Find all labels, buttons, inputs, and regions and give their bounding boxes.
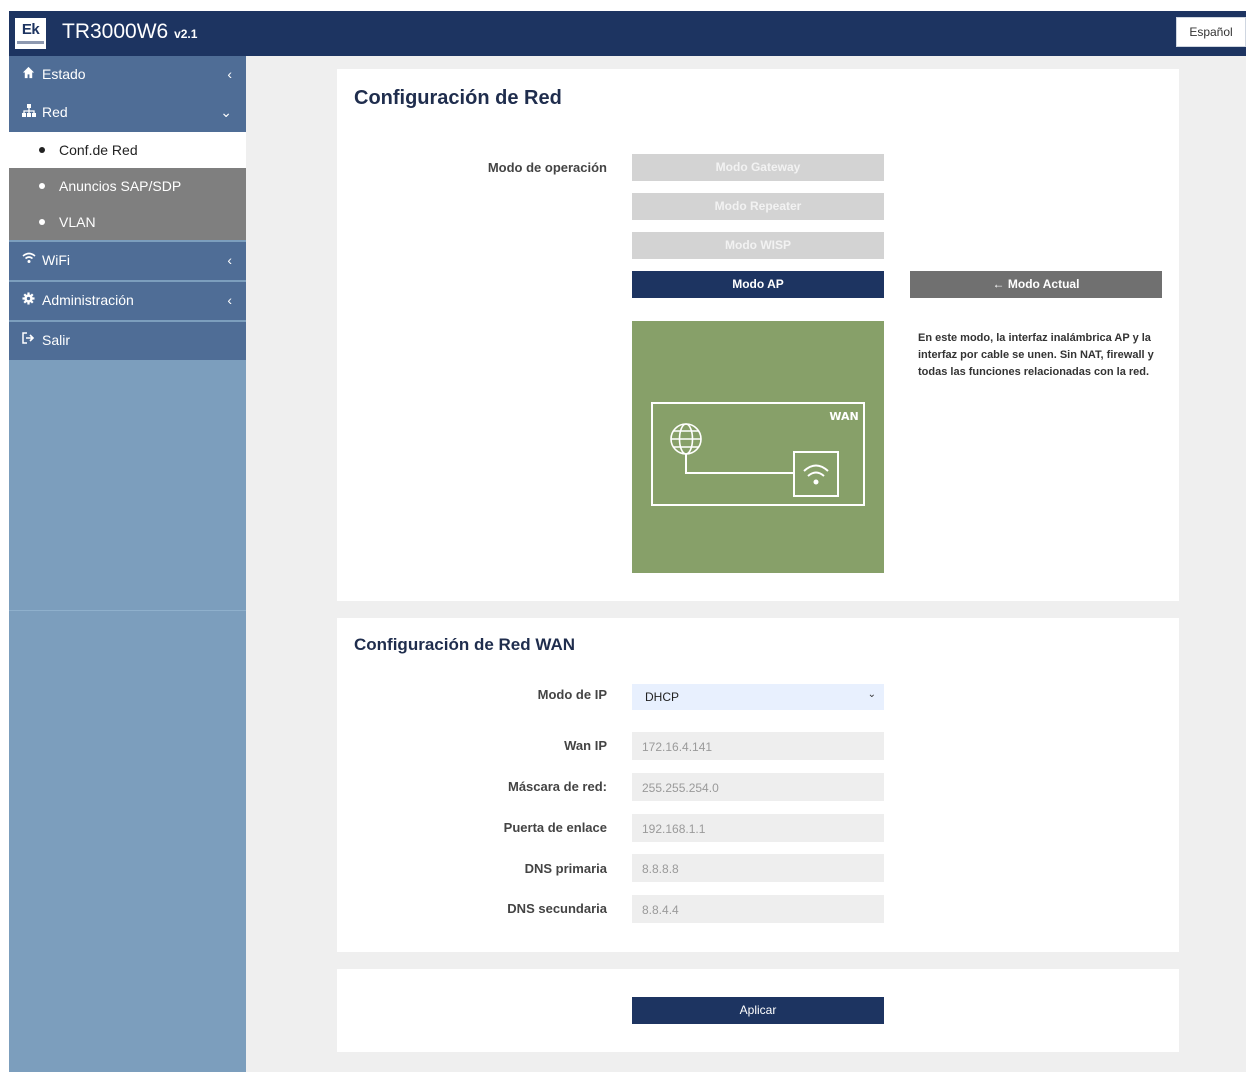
globe-icon [670, 423, 702, 455]
wifi-icon [22, 252, 36, 263]
sidebar-subitem-label: VLAN [59, 214, 96, 230]
primary-dns-field[interactable]: 8.8.8.8 [632, 854, 884, 882]
mode-wisp-button[interactable]: Modo WISP [632, 232, 884, 259]
page-title: Configuración de Red [354, 87, 562, 109]
wifi-icon [803, 464, 829, 485]
sidebar-item-label: Administración [42, 292, 134, 308]
mode-ap-button[interactable]: Modo AP [632, 271, 884, 298]
sidebar-subitem-anuncios[interactable]: Anuncios SAP/SDP [9, 168, 246, 204]
bullet-icon [39, 219, 45, 225]
device-name: TR3000W6 [62, 20, 169, 43]
ip-mode-value: DHCP [645, 690, 680, 704]
chevron-down-icon: ⌄ [220, 104, 232, 120]
bullet-icon [39, 183, 45, 189]
gateway-label: Puerta de enlace [503, 820, 607, 835]
home-icon [22, 66, 35, 79]
brand-logo: Ek [15, 18, 46, 49]
operation-mode-label: Modo de operación [487, 160, 607, 175]
bullet-icon [39, 147, 45, 153]
sidebar-item-estado[interactable]: Estado ‹ [9, 56, 246, 94]
secondary-dns-field[interactable]: 8.8.4.4 [632, 895, 884, 923]
language-selector[interactable]: Español [1176, 17, 1246, 47]
wan-config-card: Configuración de Red WAN Modo de IP DHCP… [337, 618, 1179, 952]
sidebar-item-salir[interactable]: Salir [9, 322, 246, 360]
gateway-field[interactable]: 192.168.1.1 [632, 814, 884, 842]
sidebar-item-administracion[interactable]: Administración ‹ [9, 282, 246, 320]
ap-mode-diagram-svg: WAN [651, 402, 865, 506]
wan-section-title: Configuración de Red WAN [354, 635, 575, 654]
field-value: 192.168.1.1 [642, 822, 706, 836]
sidebar-subitem-label: Conf.de Red [59, 142, 138, 158]
network-config-card: Configuración de Red Modo de operación M… [337, 69, 1179, 601]
app-title: TR3000W6 v2.1 [62, 20, 197, 44]
sidebar-item-label: Estado [42, 66, 86, 82]
apply-button[interactable]: Aplicar [632, 997, 884, 1024]
diagram-wan-label: WAN [829, 410, 858, 423]
gear-icon [22, 292, 35, 305]
ip-mode-select[interactable]: DHCP ⌄ [632, 684, 884, 710]
chevron-left-icon: ‹ [227, 252, 232, 268]
field-value: 255.255.254.0 [642, 781, 719, 795]
chevron-down-icon: ⌄ [867, 689, 876, 700]
mode-repeater-button[interactable]: Modo Repeater [632, 193, 884, 220]
sidebar-item-wifi[interactable]: WiFi ‹ [9, 242, 246, 280]
apply-card: Aplicar [337, 969, 1179, 1052]
wan-ip-field[interactable]: 172.16.4.141 [632, 732, 884, 760]
sitemap-icon [22, 104, 36, 117]
field-value: 8.8.4.4 [642, 903, 679, 917]
ip-mode-label: Modo de IP [537, 687, 607, 702]
current-mode-indicator: ← Modo Actual [910, 271, 1162, 298]
mode-gateway-button[interactable]: Modo Gateway [632, 154, 884, 181]
chevron-left-icon: ‹ [227, 66, 232, 82]
field-value: 172.16.4.141 [642, 740, 713, 754]
device-version: v2.1 [174, 27, 198, 41]
sidebar-item-label: WiFi [42, 252, 70, 268]
field-value: 8.8.8.8 [642, 862, 679, 876]
logo-text: Ek [21, 21, 40, 38]
sidebar-subitem-label: Anuncios SAP/SDP [59, 178, 182, 194]
sidebar-item-label: Salir [42, 332, 71, 348]
secondary-dns-label: DNS secundaria [507, 901, 607, 916]
netmask-field[interactable]: 255.255.254.0 [632, 773, 884, 801]
sidebar-subitem-conf-red[interactable]: Conf.de Red [9, 132, 246, 168]
top-bar: Ek TR3000W6 v2.1 Español [9, 11, 1246, 56]
sidebar-item-red[interactable]: Red ⌄ [9, 94, 246, 132]
sidebar-subitem-vlan[interactable]: VLAN [9, 204, 246, 240]
primary-dns-label: DNS primaria [524, 861, 607, 876]
logo-underline [17, 41, 44, 44]
mode-diagram: WAN [632, 321, 884, 573]
mode-description: En este modo, la interfaz inalámbrica AP… [918, 332, 1154, 378]
sidebar-divider [9, 610, 246, 611]
chevron-left-icon: ‹ [227, 292, 232, 308]
wan-ip-label: Wan IP [564, 738, 607, 753]
sidebar-item-label: Red [42, 104, 68, 120]
netmask-label: Máscara de red: [508, 779, 607, 794]
sign-out-icon [22, 332, 35, 344]
sidebar: Estado ‹ Red ⌄ Conf.de Red Anuncios SAP/… [9, 56, 246, 1072]
